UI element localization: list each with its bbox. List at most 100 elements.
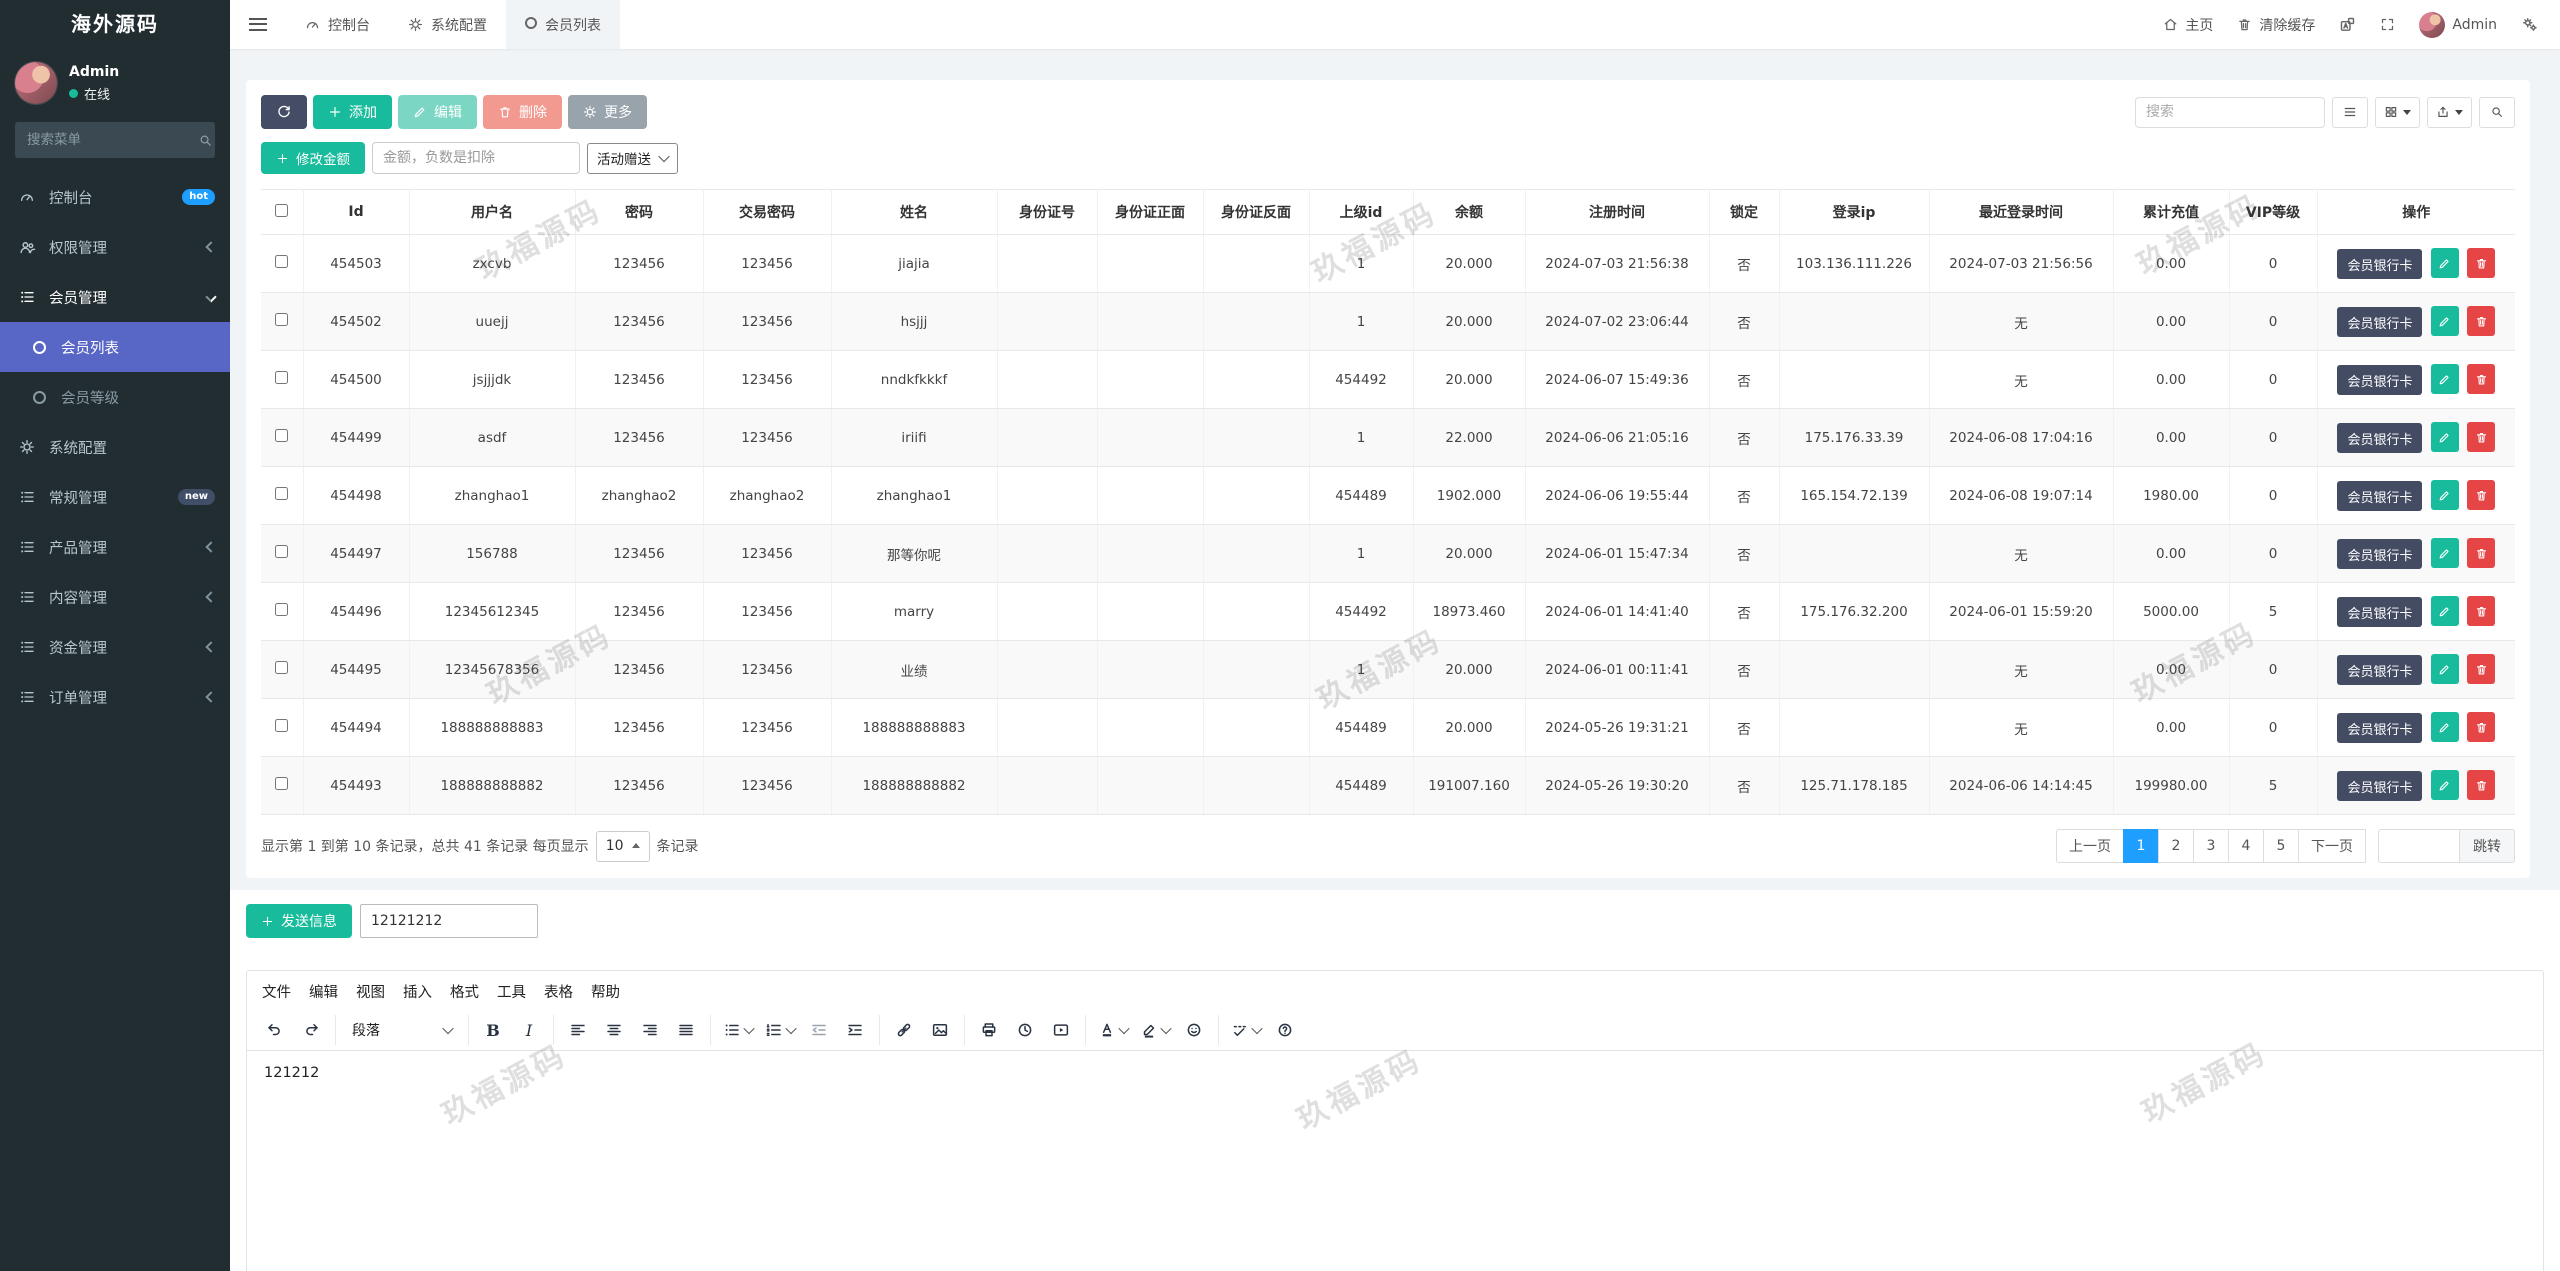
image-button[interactable] — [923, 1015, 957, 1045]
italic-button[interactable]: I — [512, 1015, 546, 1045]
page-button-3[interactable]: 3 — [2193, 829, 2229, 863]
row-delete-button[interactable] — [2467, 770, 2496, 800]
column-header[interactable]: 用户名 — [408, 189, 576, 235]
outdent-button[interactable] — [802, 1015, 836, 1045]
sidebar-item-content[interactable]: 内容管理 — [0, 572, 230, 622]
bullet-list-button[interactable] — [718, 1015, 758, 1045]
row-edit-button[interactable] — [2430, 538, 2459, 568]
brand-title[interactable]: 海外源码 — [0, 0, 230, 49]
row-delete-button[interactable] — [2467, 712, 2496, 742]
next-page-button[interactable]: 下一页 — [2298, 829, 2366, 863]
tab-system-config[interactable]: 系统配置 — [389, 0, 506, 49]
send-message-button[interactable]: 发送信息 — [246, 904, 352, 938]
redo-button[interactable] — [294, 1015, 328, 1045]
row-delete-button[interactable] — [2467, 364, 2496, 394]
print-button[interactable] — [972, 1015, 1006, 1045]
text-color-button[interactable] — [1093, 1015, 1133, 1045]
row-checkbox[interactable] — [275, 313, 289, 326]
editor-menu-item[interactable]: 格式 — [441, 976, 488, 1007]
row-checkbox[interactable] — [275, 545, 289, 558]
editor-menu-item[interactable]: 表格 — [535, 976, 582, 1007]
sidebar-item-funds[interactable]: 资金管理 — [0, 622, 230, 672]
row-edit-button[interactable] — [2430, 248, 2459, 278]
emoticons-button[interactable] — [1177, 1015, 1211, 1045]
sidebar-item-member-list[interactable]: 会员列表 — [0, 322, 230, 372]
editor-menu-item[interactable]: 工具 — [488, 976, 535, 1007]
page-button-5[interactable]: 5 — [2263, 829, 2299, 863]
columns-button[interactable] — [2375, 96, 2420, 128]
row-checkbox[interactable] — [275, 371, 289, 384]
more-button[interactable]: 更多 — [568, 95, 647, 129]
row-edit-button[interactable] — [2430, 306, 2459, 336]
column-header[interactable]: 余额 — [1412, 189, 1526, 235]
tab-member-list[interactable]: 会员列表 — [506, 0, 620, 49]
sidebar-item-dashboard[interactable]: 控制台 hot — [0, 172, 230, 222]
settings-button[interactable] — [2521, 16, 2538, 33]
undo-button[interactable] — [258, 1015, 292, 1045]
help-button[interactable] — [1268, 1015, 1302, 1045]
column-header[interactable]: 身份证正面 — [1096, 189, 1204, 235]
clear-cache-link[interactable]: 清除缓存 — [2237, 15, 2315, 35]
numbered-list-button[interactable] — [760, 1015, 800, 1045]
spellcheck-button[interactable] — [1226, 1015, 1266, 1045]
member-bankcard-button[interactable]: 会员银行卡 — [2337, 539, 2423, 569]
editor-content[interactable]: 121212 — [247, 1051, 2543, 1271]
row-edit-button[interactable] — [2430, 712, 2459, 742]
row-edit-button[interactable] — [2430, 422, 2459, 452]
row-delete-button[interactable] — [2467, 248, 2496, 278]
add-button[interactable]: 添加 — [313, 95, 392, 129]
member-bankcard-button[interactable]: 会员银行卡 — [2337, 655, 2423, 685]
bold-button[interactable]: B — [476, 1015, 510, 1045]
column-header[interactable]: 累计充值 — [2112, 189, 2230, 235]
sidebar-item-permissions[interactable]: 权限管理 — [0, 222, 230, 272]
sidebar-item-general[interactable]: 常规管理 new — [0, 472, 230, 522]
column-header[interactable]: 身份证号 — [996, 189, 1098, 235]
member-bankcard-button[interactable]: 会员银行卡 — [2337, 249, 2423, 279]
row-checkbox[interactable] — [275, 429, 289, 442]
refresh-button[interactable] — [261, 95, 307, 129]
prev-page-button[interactable]: 上一页 — [2056, 829, 2124, 863]
jump-button[interactable]: 跳转 — [2460, 829, 2515, 863]
tab-dashboard[interactable]: 控制台 — [286, 0, 389, 49]
member-bankcard-button[interactable]: 会员银行卡 — [2337, 423, 2423, 453]
toggle-view-button[interactable] — [2332, 96, 2368, 128]
insert-datetime-button[interactable] — [1008, 1015, 1042, 1045]
editor-menu-item[interactable]: 插入 — [394, 976, 441, 1007]
link-button[interactable] — [887, 1015, 921, 1045]
member-bankcard-button[interactable]: 会员银行卡 — [2337, 713, 2423, 743]
row-delete-button[interactable] — [2467, 654, 2496, 684]
delete-button[interactable]: 删除 — [483, 95, 562, 129]
editor-menu-item[interactable]: 文件 — [253, 976, 300, 1007]
column-header[interactable]: 最近登录时间 — [1928, 189, 2114, 235]
row-edit-button[interactable] — [2430, 364, 2459, 394]
sidebar-item-member-level[interactable]: 会员等级 — [0, 372, 230, 422]
row-edit-button[interactable] — [2430, 770, 2459, 800]
paragraph-format-select[interactable]: 段落 — [343, 1015, 461, 1045]
column-header[interactable]: VIP等级 — [2228, 189, 2318, 235]
row-edit-button[interactable] — [2430, 480, 2459, 510]
media-button[interactable] — [1044, 1015, 1078, 1045]
member-bankcard-button[interactable]: 会员银行卡 — [2337, 307, 2423, 337]
column-header[interactable]: 姓名 — [830, 189, 998, 235]
member-bankcard-button[interactable]: 会员银行卡 — [2337, 771, 2423, 801]
column-header[interactable]: 上级id — [1308, 189, 1414, 235]
sidebar-item-orders[interactable]: 订单管理 — [0, 672, 230, 722]
sidebar-item-members[interactable]: 会员管理 — [0, 272, 230, 322]
column-header[interactable]: 登录ip — [1778, 189, 1930, 235]
search-icon[interactable] — [198, 133, 213, 148]
language-button[interactable] — [2339, 16, 2356, 33]
bonus-type-select[interactable]: 活动赠送 — [587, 142, 678, 174]
row-checkbox[interactable] — [275, 255, 289, 268]
user-menu[interactable]: Admin — [2419, 11, 2497, 38]
align-right-button[interactable] — [633, 1015, 667, 1045]
column-header[interactable]: Id — [302, 189, 410, 235]
row-edit-button[interactable] — [2430, 596, 2459, 626]
row-delete-button[interactable] — [2467, 480, 2496, 510]
row-checkbox[interactable] — [275, 719, 289, 732]
jump-page-input[interactable] — [2378, 829, 2460, 863]
indent-button[interactable] — [838, 1015, 872, 1045]
member-bankcard-button[interactable]: 会员银行卡 — [2337, 481, 2423, 511]
sidebar-toggle-button[interactable] — [230, 0, 286, 49]
column-header[interactable]: 交易密码 — [702, 189, 832, 235]
highlight-color-button[interactable] — [1135, 1015, 1175, 1045]
